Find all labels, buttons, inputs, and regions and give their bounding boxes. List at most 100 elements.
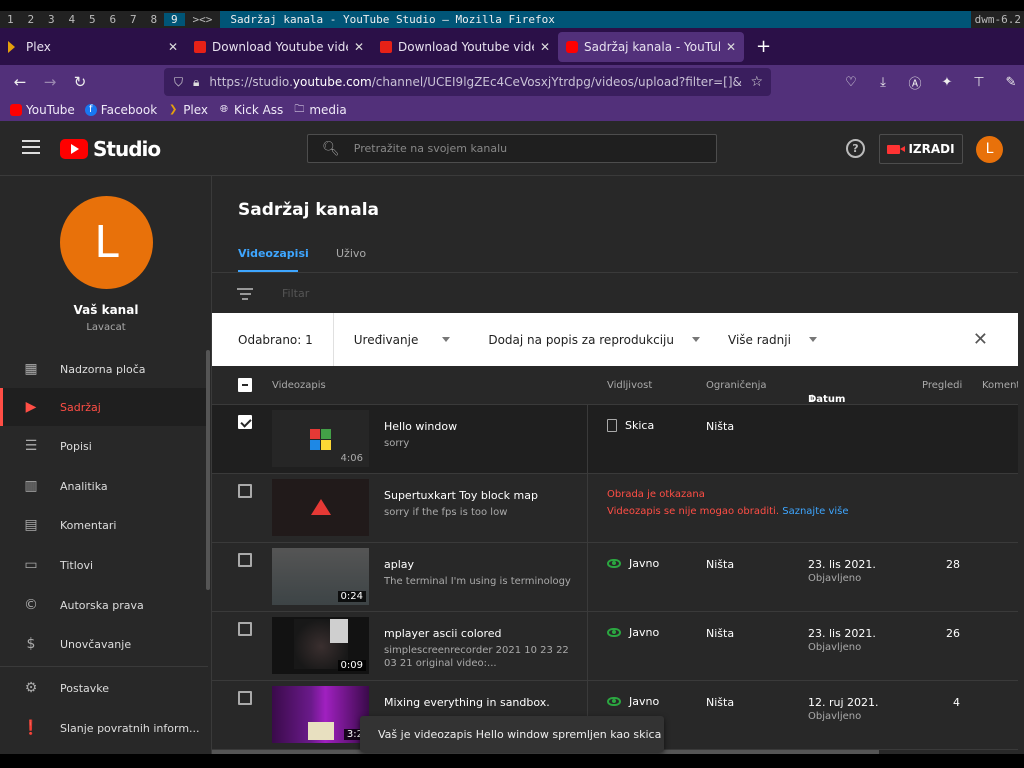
bookmark-youtube[interactable]: YouTube [10, 103, 75, 117]
visibility-status[interactable]: Skica [607, 419, 654, 432]
sidebar-item-settings[interactable]: ⚙ Postavke [0, 669, 208, 707]
dwm-tag-6[interactable]: 6 [103, 13, 124, 26]
video-title[interactable]: aplay [384, 558, 414, 571]
bookmark-star-icon[interactable]: ☆ [750, 74, 763, 90]
row-checkbox[interactable] [238, 553, 252, 567]
bookmark-media[interactable]: 🗀 media [293, 103, 346, 117]
add-to-playlist-dropdown[interactable]: Dodaj na popis za reprodukciju [450, 333, 700, 347]
video-title[interactable]: Mixing everything in sandbox. [384, 696, 550, 709]
dwm-tag-2[interactable]: 2 [21, 13, 42, 26]
create-button[interactable]: IZRADI [879, 134, 963, 164]
browser-tab-studio[interactable]: Sadržaj kanala - YouTube Studio ✕ [558, 31, 744, 62]
sidebar-item-subtitles[interactable]: ▭ Titlovi [0, 546, 208, 584]
filter-input[interactable]: Filtar [282, 287, 309, 300]
dwm-tag-3[interactable]: 3 [41, 13, 62, 26]
column-restrictions[interactable]: Ograničenja [706, 380, 766, 391]
sidebar-item-monetization[interactable]: $ Unovčavanje [0, 625, 208, 663]
sidebar-item-comments[interactable]: ▤ Komentari [0, 506, 208, 544]
dwm-tag-7[interactable]: 7 [123, 13, 144, 26]
lock-icon[interactable]: 🔒︎ [193, 75, 199, 90]
video-title[interactable]: Hello window [384, 420, 457, 433]
search-input[interactable] [353, 142, 716, 155]
account-avatar[interactable]: L [976, 136, 1003, 163]
dwm-tag-4[interactable]: 4 [62, 13, 83, 26]
close-icon[interactable]: ✕ [726, 40, 736, 54]
row-checkbox[interactable] [238, 484, 252, 498]
row-checkbox[interactable] [238, 622, 252, 636]
table-row[interactable]: Supertuxkart Toy block map sorry if the … [212, 474, 1018, 543]
browser-tab-download-2[interactable]: Download Youtube videos ✕ [372, 32, 558, 62]
bookmarks-bar: YouTube f Facebook ❯ Plex 🌐︎ Kick Ass 🗀 medi… [0, 99, 1024, 121]
browser-tab-download-1[interactable]: Download Youtube videos ✕ [186, 32, 372, 62]
extension-icon[interactable]: ✎ [1000, 75, 1022, 90]
hamburger-menu-icon[interactable] [22, 140, 40, 154]
reload-icon[interactable]: ↻ [65, 73, 95, 91]
sidebar-divider [0, 666, 208, 667]
channel-avatar[interactable]: L [60, 196, 153, 289]
dwm-tag-1[interactable]: 1 [0, 13, 21, 26]
pocket-icon[interactable]: ♡ [840, 75, 862, 90]
tab-live[interactable]: Uživo [336, 247, 366, 260]
extension-icon[interactable]: ⊤ [968, 75, 990, 90]
sidebar-scrollbar[interactable] [206, 350, 210, 590]
sidebar-item-content[interactable]: ▶ Sadržaj [0, 388, 208, 426]
sidebar-item-playlists[interactable]: ☰ Popisi [0, 427, 208, 465]
learn-more-link[interactable]: Saznajte više [782, 506, 848, 517]
sidebar-item-analytics[interactable]: ▥ Analitika [0, 467, 208, 505]
extension-icon[interactable]: ✦ [936, 75, 958, 90]
video-thumbnail[interactable]: 3:2 [272, 686, 369, 743]
table-row[interactable]: 0:24 aplay The terminal I'm using is ter… [212, 543, 1018, 612]
close-icon[interactable]: ✕ [354, 40, 364, 54]
bookmark-kick-ass[interactable]: 🌐︎ Kick Ass [218, 103, 283, 117]
row-checkbox[interactable] [238, 691, 252, 705]
visibility-status[interactable]: Javno [607, 695, 659, 708]
close-icon[interactable]: ✕ [168, 40, 178, 54]
visibility-status[interactable]: Javno [607, 557, 659, 570]
column-video[interactable]: Videozapis [272, 380, 326, 391]
account-icon[interactable]: Ⓐ [904, 73, 926, 92]
globe-icon: 🌐︎ [220, 104, 229, 115]
bookmark-plex[interactable]: ❯ Plex [167, 103, 208, 117]
row-checkbox[interactable] [238, 415, 252, 429]
tab-videos[interactable]: Videozapisi [238, 247, 309, 260]
bookmark-facebook[interactable]: f Facebook [84, 103, 157, 117]
column-comments[interactable]: Komentari [982, 380, 1018, 391]
table-row[interactable]: 0:09 mplayer ascii colored simplescreenr… [212, 612, 1018, 681]
edit-dropdown[interactable]: Uređivanje [334, 333, 451, 347]
forward-arrow-icon[interactable]: → [35, 73, 65, 91]
close-icon[interactable]: ✕ [540, 40, 550, 54]
column-views[interactable]: Pregledi [922, 380, 962, 391]
dwm-tag-9[interactable]: 9 [164, 13, 185, 26]
chevron-down-icon [442, 337, 451, 342]
channel-search-box[interactable]: 🔍︎ [307, 134, 717, 163]
dwm-tag-8[interactable]: 8 [144, 13, 165, 26]
sidebar-item-dashboard[interactable]: ▦ Nadzorna ploča [0, 350, 208, 388]
help-icon[interactable]: ? [846, 139, 865, 158]
video-thumbnail[interactable]: 4:06 [272, 410, 369, 467]
table-row[interactable]: 4:06 Hello window sorry Skica Ništa [212, 405, 1018, 474]
filter-icon[interactable] [237, 288, 253, 303]
video-title[interactable]: Supertuxkart Toy block map [384, 489, 538, 502]
column-visibility[interactable]: Vidljivost [607, 380, 652, 391]
new-tab-button[interactable]: + [756, 36, 771, 57]
shield-icon[interactable]: ⛉ [174, 75, 183, 90]
sidebar-item-feedback[interactable]: ❗ Slanje povratnih inform... [0, 709, 208, 747]
dwm-layout-symbol[interactable]: ><> [185, 13, 221, 26]
url-text[interactable]: https://studio.youtube.com/channel/UCEI9… [209, 75, 742, 89]
browser-tab-plex[interactable]: Plex ✕ [0, 32, 186, 62]
dwm-tag-5[interactable]: 5 [82, 13, 103, 26]
url-bar[interactable]: ⛉ 🔒︎ https://studio.youtube.com/channel/… [164, 68, 771, 96]
close-icon[interactable]: ✕ [973, 329, 988, 350]
video-thumbnail[interactable]: 0:24 [272, 548, 369, 605]
video-thumbnail[interactable]: 0:09 [272, 617, 369, 674]
more-actions-dropdown[interactable]: Više radnji [700, 333, 817, 347]
studio-logo[interactable]: Studio [60, 137, 161, 161]
video-thumbnail[interactable] [272, 479, 369, 536]
visibility-status[interactable]: Javno [607, 626, 659, 639]
downloads-icon[interactable]: ⤓ [872, 75, 894, 90]
sidebar-item-copyright[interactable]: © Autorska prava [0, 586, 208, 624]
video-title[interactable]: mplayer ascii colored [384, 627, 502, 640]
back-arrow-icon[interactable]: ← [5, 73, 35, 91]
select-all-checkbox[interactable] [238, 378, 252, 392]
video-date-status: Objavljeno [808, 573, 862, 584]
